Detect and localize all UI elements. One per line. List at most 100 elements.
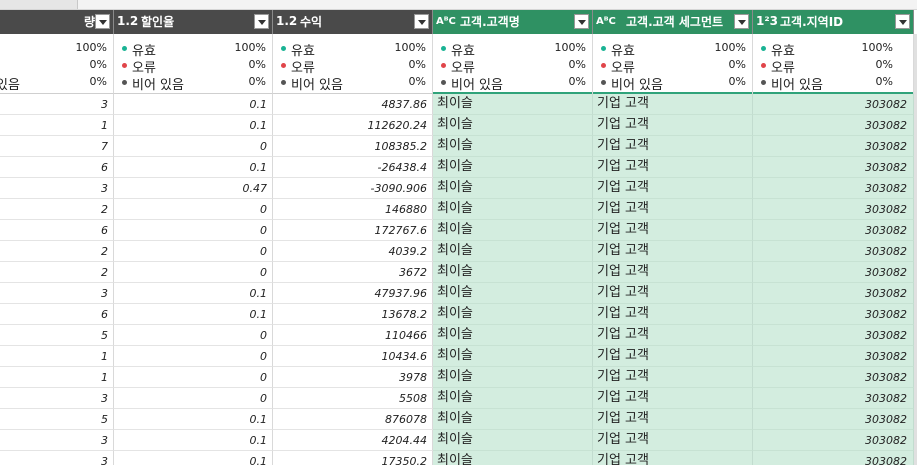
cell-customer-region-id[interactable]: 303082 [753, 409, 914, 430]
filter-dropdown-button[interactable] [574, 14, 589, 29]
cell-quantity[interactable]: 3 [0, 430, 114, 451]
cell-quantity[interactable]: 1 [0, 367, 114, 388]
cell-customer-name[interactable]: 최이슬 [433, 304, 593, 325]
cell-discount-rate[interactable]: 0 [114, 220, 273, 241]
cell-quantity[interactable]: 5 [0, 325, 114, 346]
cell-customer-segment[interactable]: 기업 고객 [593, 367, 753, 388]
cell-revenue[interactable]: 17350.2 [273, 451, 433, 465]
type-icon[interactable]: 1.2 [117, 14, 138, 28]
cell-quantity[interactable]: 7 [0, 136, 114, 157]
cell-customer-name[interactable]: 최이슬 [433, 199, 593, 220]
filter-dropdown-button[interactable] [414, 14, 429, 29]
cell-discount-rate[interactable]: 0.1 [114, 409, 273, 430]
cell-discount-rate[interactable]: 0 [114, 199, 273, 220]
cell-discount-rate[interactable]: 0.1 [114, 283, 273, 304]
cell-discount-rate[interactable]: 0 [114, 388, 273, 409]
cell-customer-name[interactable]: 최이슬 [433, 367, 593, 388]
cell-customer-name[interactable]: 최이슬 [433, 430, 593, 451]
cell-revenue[interactable]: -3090.906 [273, 178, 433, 199]
cell-revenue[interactable]: 876078 [273, 409, 433, 430]
filter-dropdown-button[interactable] [254, 14, 269, 29]
cell-quantity[interactable]: 3 [0, 94, 114, 115]
query-tab-stub[interactable] [0, 0, 78, 9]
cell-customer-segment[interactable]: 기업 고객 [593, 346, 753, 367]
cell-discount-rate[interactable]: 0 [114, 325, 273, 346]
cell-discount-rate[interactable]: 0 [114, 367, 273, 388]
cell-quantity[interactable]: 2 [0, 241, 114, 262]
cell-discount-rate[interactable]: 0.1 [114, 304, 273, 325]
cell-customer-name[interactable]: 최이슬 [433, 94, 593, 115]
cell-revenue[interactable]: 108385.2 [273, 136, 433, 157]
cell-customer-segment[interactable]: 기업 고객 [593, 388, 753, 409]
cell-customer-name[interactable]: 최이슬 [433, 346, 593, 367]
cell-customer-region-id[interactable]: 303082 [753, 157, 914, 178]
cell-quantity[interactable]: 6 [0, 220, 114, 241]
cell-discount-rate[interactable]: 0 [114, 262, 273, 283]
cell-customer-segment[interactable]: 기업 고객 [593, 304, 753, 325]
cell-customer-region-id[interactable]: 303082 [753, 115, 914, 136]
column-header-customer-segment[interactable]: AᴮC 고객.고객 세그먼트 [593, 10, 753, 34]
cell-customer-segment[interactable]: 기업 고객 [593, 199, 753, 220]
cell-revenue[interactable]: -26438.4 [273, 157, 433, 178]
column-header-customer-region-id[interactable]: 1²3 고객.지역ID [753, 10, 914, 34]
cell-customer-region-id[interactable]: 303082 [753, 325, 914, 346]
cell-discount-rate[interactable]: 0 [114, 241, 273, 262]
cell-quantity[interactable]: 2 [0, 262, 114, 283]
cell-revenue[interactable]: 10434.6 [273, 346, 433, 367]
cell-customer-segment[interactable]: 기업 고객 [593, 115, 753, 136]
type-icon[interactable]: 1²3 [756, 14, 778, 28]
cell-customer-segment[interactable]: 기업 고객 [593, 220, 753, 241]
cell-customer-segment[interactable]: 기업 고객 [593, 409, 753, 430]
cell-customer-name[interactable]: 최이슬 [433, 409, 593, 430]
cell-revenue[interactable]: 13678.2 [273, 304, 433, 325]
cell-customer-name[interactable]: 최이슬 [433, 115, 593, 136]
cell-customer-region-id[interactable]: 303082 [753, 220, 914, 241]
cell-quantity[interactable]: 3 [0, 178, 114, 199]
cell-customer-segment[interactable]: 기업 고객 [593, 262, 753, 283]
cell-customer-name[interactable]: 최이슬 [433, 283, 593, 304]
cell-revenue[interactable]: 5508 [273, 388, 433, 409]
column-header-customer-name[interactable]: AᴮC 고객.고객명 [433, 10, 593, 34]
cell-customer-segment[interactable]: 기업 고객 [593, 325, 753, 346]
cell-discount-rate[interactable]: 0.1 [114, 430, 273, 451]
cell-discount-rate[interactable]: 0.1 [114, 115, 273, 136]
cell-customer-region-id[interactable]: 303082 [753, 388, 914, 409]
cell-customer-segment[interactable]: 기업 고객 [593, 157, 753, 178]
filter-dropdown-button[interactable] [95, 14, 110, 29]
cell-customer-segment[interactable]: 기업 고객 [593, 451, 753, 465]
cell-customer-region-id[interactable]: 303082 [753, 178, 914, 199]
cell-quantity[interactable]: 1 [0, 115, 114, 136]
cell-discount-rate[interactable]: 0.47 [114, 178, 273, 199]
cell-customer-region-id[interactable]: 303082 [753, 346, 914, 367]
cell-customer-segment[interactable]: 기업 고객 [593, 241, 753, 262]
cell-customer-segment[interactable]: 기업 고객 [593, 94, 753, 115]
cell-customer-region-id[interactable]: 303082 [753, 283, 914, 304]
cell-revenue[interactable]: 4204.44 [273, 430, 433, 451]
cell-customer-region-id[interactable]: 303082 [753, 136, 914, 157]
cell-customer-name[interactable]: 최이슬 [433, 241, 593, 262]
cell-discount-rate[interactable]: 0.1 [114, 157, 273, 178]
cell-customer-region-id[interactable]: 303082 [753, 262, 914, 283]
type-icon[interactable]: 1.2 [276, 14, 297, 28]
filter-dropdown-button[interactable] [895, 14, 910, 29]
cell-quantity[interactable]: 5 [0, 409, 114, 430]
cell-revenue[interactable]: 112620.24 [273, 115, 433, 136]
cell-customer-region-id[interactable]: 303082 [753, 94, 914, 115]
cell-quantity[interactable]: 3 [0, 388, 114, 409]
cell-revenue[interactable]: 3978 [273, 367, 433, 388]
column-header-quantity[interactable]: 량 [0, 10, 114, 34]
cell-discount-rate[interactable]: 0 [114, 346, 273, 367]
cell-customer-region-id[interactable]: 303082 [753, 451, 914, 465]
cell-customer-segment[interactable]: 기업 고객 [593, 283, 753, 304]
cell-discount-rate[interactable]: 0 [114, 136, 273, 157]
cell-customer-name[interactable]: 최이슬 [433, 157, 593, 178]
cell-customer-name[interactable]: 최이슬 [433, 136, 593, 157]
cell-customer-segment[interactable]: 기업 고객 [593, 178, 753, 199]
cell-customer-name[interactable]: 최이슬 [433, 388, 593, 409]
cell-customer-region-id[interactable]: 303082 [753, 241, 914, 262]
cell-customer-name[interactable]: 최이슬 [433, 220, 593, 241]
cell-quantity[interactable]: 2 [0, 199, 114, 220]
column-header-discount-rate[interactable]: 1.2 할인율 [114, 10, 273, 34]
cell-quantity[interactable]: 6 [0, 157, 114, 178]
cell-customer-segment[interactable]: 기업 고객 [593, 430, 753, 451]
